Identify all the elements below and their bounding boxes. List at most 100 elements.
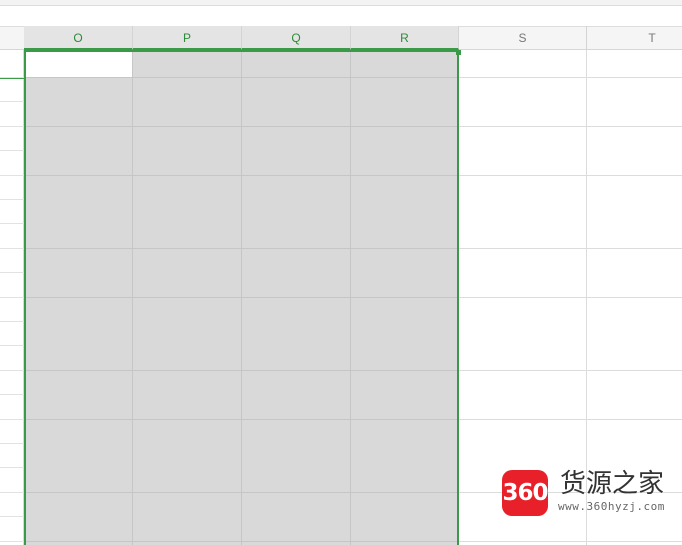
grid-cell[interactable] <box>351 468 459 494</box>
grid-cell[interactable] <box>24 395 133 421</box>
grid-cell[interactable] <box>242 517 351 543</box>
grid-cell[interactable] <box>351 200 459 225</box>
grid-cell[interactable] <box>459 248 587 274</box>
grid-cell[interactable] <box>24 517 133 543</box>
grid-cell[interactable] <box>242 297 351 323</box>
grid-cell[interactable] <box>459 322 587 347</box>
grid-cell[interactable] <box>24 151 133 177</box>
grid-cell[interactable] <box>24 444 133 469</box>
grid-cell[interactable] <box>133 273 242 299</box>
grid-cell[interactable] <box>587 50 682 78</box>
grid-cell[interactable] <box>133 517 242 543</box>
grid-cell[interactable] <box>133 541 242 545</box>
grid-cell[interactable] <box>587 126 682 152</box>
grid-cell[interactable] <box>351 248 459 274</box>
grid-cell[interactable] <box>242 395 351 421</box>
grid-cell[interactable] <box>351 419 459 445</box>
grid-cell[interactable] <box>587 444 682 469</box>
grid-cell[interactable] <box>459 200 587 225</box>
grid-cell[interactable] <box>351 322 459 347</box>
grid-cell[interactable] <box>587 541 682 545</box>
grid-cell[interactable] <box>242 248 351 274</box>
grid-cell[interactable] <box>133 78 242 103</box>
grid-cell[interactable] <box>587 224 682 250</box>
grid-cell[interactable] <box>133 370 242 396</box>
grid-cell[interactable] <box>351 78 459 103</box>
grid-cell[interactable] <box>24 126 133 152</box>
grid-cell[interactable] <box>24 541 133 545</box>
grid-cell[interactable] <box>459 395 587 421</box>
grid-cell[interactable] <box>459 541 587 545</box>
grid-cell[interactable] <box>133 200 242 225</box>
grid-cell[interactable] <box>351 395 459 421</box>
grid-cell[interactable] <box>459 78 587 103</box>
grid-cell[interactable] <box>133 151 242 177</box>
grid-cell[interactable] <box>24 322 133 347</box>
grid-cell[interactable] <box>24 224 133 250</box>
grid-cell[interactable] <box>133 419 242 445</box>
grid-cell[interactable] <box>24 297 133 323</box>
grid-cell[interactable] <box>242 492 351 518</box>
grid-cell[interactable] <box>133 224 242 250</box>
fill-handle[interactable] <box>456 50 461 55</box>
grid-cell[interactable] <box>459 419 587 445</box>
grid-cell[interactable] <box>459 102 587 128</box>
grid-cell[interactable] <box>587 78 682 103</box>
grid-cell[interactable] <box>587 322 682 347</box>
grid-cell[interactable] <box>242 468 351 494</box>
grid-cell[interactable] <box>351 297 459 323</box>
column-header-q[interactable]: Q <box>242 26 351 50</box>
grid-cell[interactable] <box>459 297 587 323</box>
grid-cell[interactable] <box>242 224 351 250</box>
grid-cell[interactable] <box>24 419 133 445</box>
grid-cell[interactable] <box>459 126 587 152</box>
grid-cell[interactable] <box>351 50 459 78</box>
grid-cell[interactable] <box>587 297 682 323</box>
grid-cell[interactable] <box>351 517 459 543</box>
grid-cell[interactable] <box>24 78 133 103</box>
grid-cell[interactable] <box>587 102 682 128</box>
grid-cell[interactable] <box>351 224 459 250</box>
grid-cell[interactable] <box>459 175 587 201</box>
grid-cell[interactable] <box>459 444 587 469</box>
grid-cell[interactable] <box>459 151 587 177</box>
grid-cell[interactable] <box>24 273 133 299</box>
grid-cell[interactable] <box>459 346 587 372</box>
grid-cell[interactable] <box>242 200 351 225</box>
grid-cell[interactable] <box>242 273 351 299</box>
grid-cell[interactable] <box>459 224 587 250</box>
grid-cell[interactable] <box>133 322 242 347</box>
grid-cell[interactable] <box>351 126 459 152</box>
grid-cell[interactable] <box>24 102 133 128</box>
grid-cell[interactable] <box>24 468 133 494</box>
grid-cell[interactable] <box>459 50 587 78</box>
grid-cell[interactable] <box>351 444 459 469</box>
grid-cell[interactable] <box>587 273 682 299</box>
grid-cell[interactable] <box>351 346 459 372</box>
grid-cell[interactable] <box>24 200 133 225</box>
grid-cell[interactable] <box>133 468 242 494</box>
grid-cell[interactable] <box>133 444 242 469</box>
column-header-r[interactable]: R <box>351 26 459 50</box>
grid-cell[interactable] <box>242 102 351 128</box>
column-header-o[interactable]: O <box>24 26 133 50</box>
grid-cell[interactable] <box>242 78 351 103</box>
grid-cell[interactable] <box>24 492 133 518</box>
grid-cell[interactable] <box>242 370 351 396</box>
grid-cell[interactable] <box>133 175 242 201</box>
grid-cell[interactable] <box>242 444 351 469</box>
active-cell[interactable] <box>24 50 133 78</box>
grid-cell[interactable] <box>587 200 682 225</box>
grid-cell[interactable] <box>351 492 459 518</box>
grid-cell[interactable] <box>242 50 351 78</box>
grid-cell[interactable] <box>459 370 587 396</box>
grid-cell[interactable] <box>133 395 242 421</box>
grid-cell[interactable] <box>133 50 242 78</box>
grid-cell[interactable] <box>242 175 351 201</box>
grid-cell[interactable] <box>242 151 351 177</box>
grid-cell[interactable] <box>24 248 133 274</box>
grid-cell[interactable] <box>133 126 242 152</box>
grid-cell[interactable] <box>242 346 351 372</box>
grid-cell[interactable] <box>242 541 351 545</box>
grid-cell[interactable] <box>351 541 459 545</box>
